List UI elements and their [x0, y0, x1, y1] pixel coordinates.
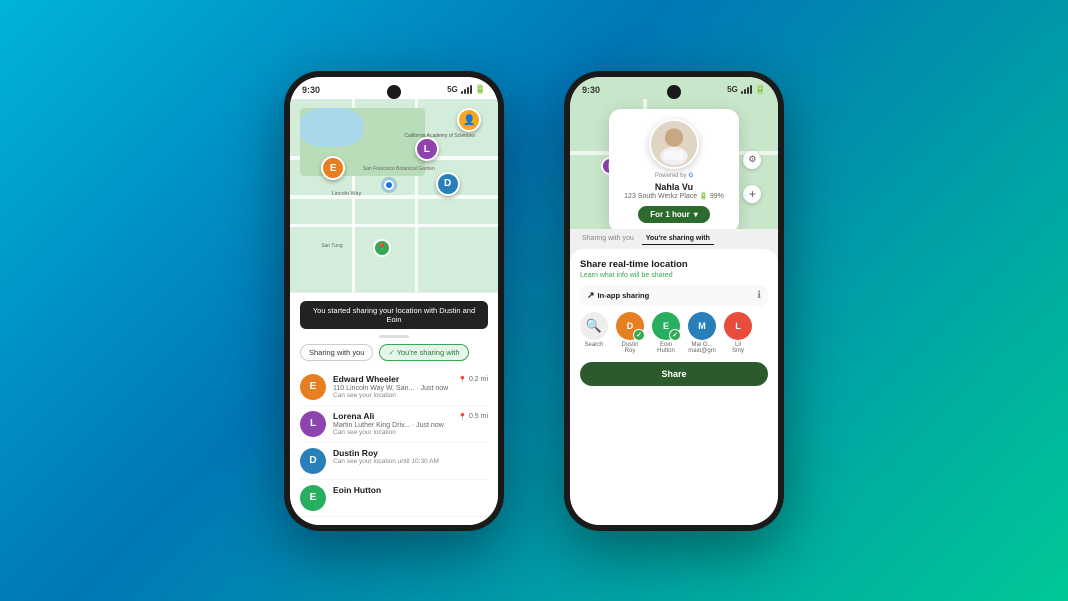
sub-dustin: Can see your location until 10:30 AM: [333, 458, 488, 465]
signal-bars-left: [461, 85, 472, 94]
left-phone: 9:30 5G 🔋: [284, 71, 504, 531]
chip-avatar-mai: M: [688, 312, 716, 340]
info-eoin: Eoin Hutton: [333, 485, 488, 495]
chip-avatar-search: 🔍: [580, 312, 608, 340]
status-icons-right: 5G 🔋: [727, 84, 766, 95]
tab-youre-sharing-with[interactable]: You're sharing with: [379, 344, 468, 361]
battery-right: 🔋: [755, 84, 766, 95]
road-h2: [290, 195, 498, 199]
sub-lorena: Can see your location: [333, 429, 451, 436]
chip-lil[interactable]: L LilSmy: [724, 312, 752, 354]
info-lorena: Lorena Ali Martin Luther King Driv... · …: [333, 411, 451, 436]
settings-icon-map[interactable]: ⚙: [743, 151, 761, 169]
profile-card: Powered by G Nahla Vu 123 South Werkz Pl…: [609, 109, 739, 229]
check-eoin: ✓: [669, 329, 681, 341]
contact-edward[interactable]: E Edward Wheeler 110 Lincoln Way W, San.…: [300, 369, 488, 406]
avatar-lorena: L: [300, 411, 326, 437]
notification-bar: You started sharing your location with D…: [300, 301, 488, 329]
road-h3: [290, 224, 498, 227]
contact-dustin[interactable]: D Dustin Roy Can see your location until…: [300, 443, 488, 480]
road-label-lincoln: Lincoln Way: [332, 191, 362, 197]
name-edward: Edward Wheeler: [333, 374, 451, 384]
time-right: 9:30: [582, 85, 600, 95]
phone-notch-left: [387, 85, 401, 99]
tab-right-sharing[interactable]: Sharing with you: [578, 233, 638, 245]
addr-lorena: Martin Luther King Driv... · Just now: [333, 422, 451, 429]
status-icons-left: 5G 🔋: [447, 84, 486, 95]
share-icon: ↗: [587, 290, 595, 301]
tab-sharing-with-you[interactable]: Sharing with you: [300, 344, 373, 361]
dist-lorena: 📍0.5 mi: [458, 413, 488, 421]
in-app-label: ↗ In-app sharing: [587, 290, 649, 301]
road-label-botanical: San Francisco Botanical Garden: [363, 166, 435, 172]
plus-icon-map[interactable]: +: [743, 185, 761, 203]
in-app-row: ↗ In-app sharing ℹ: [580, 285, 768, 306]
sheet-handle: [379, 335, 409, 338]
avatar-edward: E: [300, 374, 326, 400]
check-dustin: ✓: [633, 329, 645, 341]
share-sheet: Share real-time location Learn what info…: [570, 249, 778, 525]
bottom-sheet-left: You started sharing your location with D…: [290, 292, 498, 525]
map-right: L ⚙ +: [570, 99, 778, 229]
search-icon: 🔍: [586, 318, 602, 334]
avatar-eoin: E: [300, 485, 326, 511]
time-left: 9:30: [302, 85, 320, 95]
chip-label-dustin: DustinRoy: [621, 342, 638, 354]
name-lorena: Lorena Ali: [333, 411, 451, 421]
signal-5g-right: 5G: [727, 85, 738, 94]
name-eoin: Eoin Hutton: [333, 485, 488, 495]
sub-edward: Can see your location: [333, 392, 451, 399]
duration-button[interactable]: For 1 hour ▾: [638, 206, 710, 223]
chip-label-lil: LilSmy: [732, 342, 744, 354]
user-location-dot: [384, 180, 394, 190]
phones-container: 9:30 5G 🔋: [284, 71, 784, 531]
share-title: Share real-time location: [580, 259, 768, 270]
chip-eoin[interactable]: E ✓ EoinHutton: [652, 312, 680, 354]
chip-avatar-dustin: D ✓: [616, 312, 644, 340]
chip-search[interactable]: 🔍 Search: [580, 312, 608, 354]
contact-eoin[interactable]: E Eoin Hutton: [300, 480, 488, 517]
powered-by-label: Powered by G: [655, 173, 693, 179]
dist-edward: 📍0.2 mi: [458, 376, 488, 384]
addr-edward: 110 Lincoln Way W, San... · Just now: [333, 385, 451, 392]
chip-label-eoin: EoinHutton: [657, 342, 675, 354]
signal-bars-right: [741, 85, 752, 94]
pin-dustin: D: [436, 172, 460, 196]
location-pin: 📍: [373, 239, 391, 257]
right-phone: 9:30 5G 🔋 L: [564, 71, 784, 531]
battery-icon-profile: 🔋: [699, 193, 710, 200]
profile-avatar: [649, 119, 699, 169]
signal-5g-left: 5G: [447, 85, 458, 94]
map-left: E L D 👤 📍 Lincoln Way San Francisco Bota…: [290, 99, 498, 292]
tab-right-youre-sharing[interactable]: You're sharing with: [642, 233, 714, 245]
road-label-academy: California Academy of Sciences: [404, 133, 474, 139]
chevron-icon: ▾: [694, 210, 698, 219]
contacts-list: E Edward Wheeler 110 Lincoln Way W, San.…: [300, 369, 488, 517]
road-label-san-tung: San Tung: [321, 243, 342, 249]
name-dustin: Dustin Roy: [333, 448, 488, 458]
chip-mai[interactable]: M Mai O...maio@gm: [688, 312, 716, 354]
info-edward: Edward Wheeler 110 Lincoln Way W, San...…: [333, 374, 451, 399]
contact-lorena[interactable]: L Lorena Ali Martin Luther King Driv... …: [300, 406, 488, 443]
chip-label-mai: Mai O...maio@gm: [688, 342, 715, 354]
tab-row-left: Sharing with you You're sharing with: [300, 344, 488, 361]
chip-avatar-eoin: E ✓: [652, 312, 680, 340]
share-button[interactable]: Share: [580, 362, 768, 386]
pin-lorena: L: [415, 137, 439, 161]
chip-label-search: Search: [584, 342, 603, 348]
profile-name: Nahla Vu: [655, 182, 693, 192]
right-tab-row: Sharing with you You're sharing with: [570, 229, 778, 249]
avatar-dustin: D: [300, 448, 326, 474]
water-area: [300, 108, 362, 147]
chip-avatar-lil: L: [724, 312, 752, 340]
chip-dustin[interactable]: D ✓ DustinRoy: [616, 312, 644, 354]
info-dustin: Dustin Roy Can see your location until 1…: [333, 448, 488, 465]
battery-left: 🔋: [475, 84, 486, 95]
profile-address: 123 South Werkz Place 🔋 99%: [624, 192, 724, 200]
share-subtitle[interactable]: Learn what info will be shared: [580, 272, 768, 279]
contacts-row-share: 🔍 Search D ✓ DustinRoy: [580, 312, 768, 354]
phone-notch-right: [667, 85, 681, 99]
profile-photo-svg: [651, 119, 697, 169]
info-icon[interactable]: ℹ: [757, 290, 761, 301]
